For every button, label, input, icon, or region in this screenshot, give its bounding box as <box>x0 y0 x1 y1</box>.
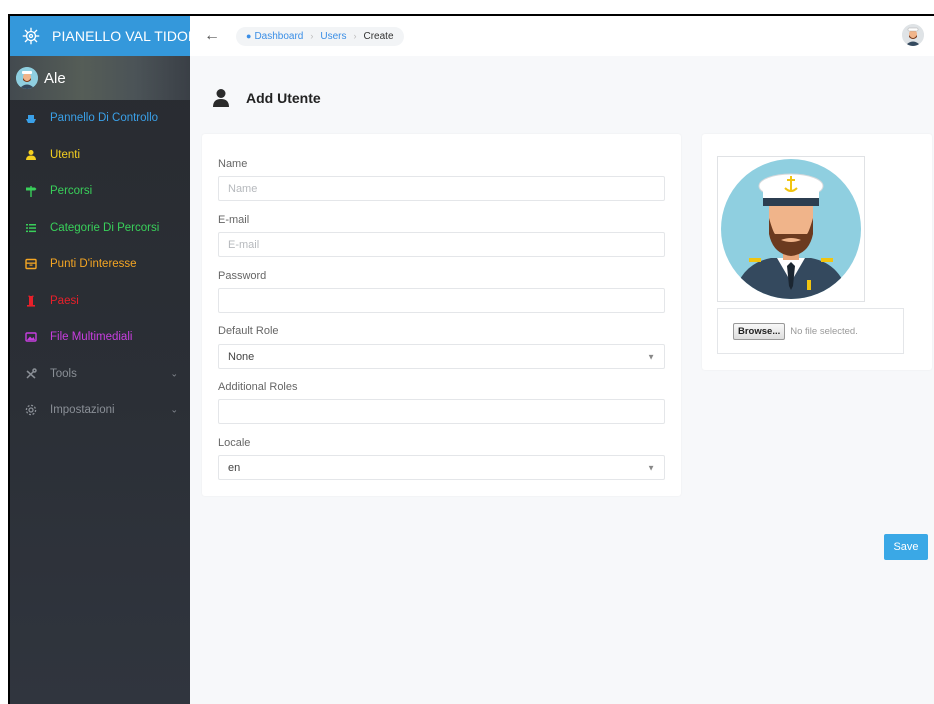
email-input[interactable]: E-mail <box>218 232 665 257</box>
file-upload: Browse... No file selected. <box>717 308 904 354</box>
page-title: Add Utente <box>246 90 321 106</box>
image-icon <box>24 330 38 344</box>
sidebar-item-label: Percorsi <box>50 185 93 198</box>
sidebar-item-label: File Multimediali <box>50 331 133 344</box>
breadcrumb-users[interactable]: Users <box>320 31 346 42</box>
sidebar-item-label: Impostazioni <box>50 404 115 417</box>
gear-icon <box>24 403 38 417</box>
chevron-down-icon: ⌄ <box>170 404 178 415</box>
tools-icon <box>24 367 38 381</box>
additional-roles-label: Additional Roles <box>218 381 298 393</box>
locale-select[interactable]: en ▼ <box>218 455 665 480</box>
avatar <box>16 67 38 89</box>
sidebar-item-label: Tools <box>50 367 77 380</box>
tower-icon <box>24 294 38 308</box>
locale-label: Locale <box>218 437 251 449</box>
user-panel[interactable]: Ale <box>10 56 190 100</box>
sidebar-item-label: Punti D'interesse <box>50 258 137 271</box>
brand-title: PIANELLO VAL TIDONE <box>52 28 208 44</box>
dashboard-icon: ● <box>246 31 252 41</box>
file-status: No file selected. <box>790 325 858 337</box>
brand-header[interactable]: PIANELLO VAL TIDONE <box>10 16 208 56</box>
top-bar: ← ● Dashboard › Users › Create <box>190 16 934 56</box>
sidebar-item-impostazioni[interactable]: Impostazioni ⌄ <box>10 392 190 429</box>
sidebar-item-utenti[interactable]: Utenti <box>10 137 190 174</box>
user-icon <box>212 88 230 108</box>
ship-wheel-icon <box>22 25 40 47</box>
avatar[interactable] <box>902 24 924 46</box>
breadcrumb-dashboard[interactable]: Dashboard <box>254 31 303 42</box>
default-role-label: Default Role <box>218 325 279 337</box>
breadcrumb-current: Create <box>363 30 394 42</box>
caret-down-icon: ▼ <box>647 463 655 472</box>
sidebar-item-percorsi[interactable]: Percorsi <box>10 173 190 210</box>
list-icon <box>24 221 38 235</box>
ship-icon <box>24 111 38 125</box>
browse-button[interactable]: Browse... <box>733 322 786 340</box>
password-label: Password <box>218 270 267 282</box>
sidebar-item-categorie[interactable]: Categorie Di Percorsi <box>10 210 190 247</box>
sidebar-item-file-multimediali[interactable]: File Multimediali <box>10 319 190 356</box>
archive-icon <box>24 257 38 271</box>
name-label: Name <box>218 158 248 170</box>
sidebar-item-label: Paesi <box>50 294 79 307</box>
save-button[interactable]: Save <box>884 534 928 560</box>
captain-avatar-icon <box>721 159 861 299</box>
avatar-preview <box>717 156 865 302</box>
signpost-icon <box>24 184 38 198</box>
chevron-down-icon: ⌄ <box>170 368 178 379</box>
avatar-upload-card: Browse... No file selected. <box>702 134 932 370</box>
additional-roles-input[interactable] <box>218 399 665 424</box>
user-form: Name Name E-mail E-mail Password Default… <box>202 134 681 496</box>
sidebar-item-tools[interactable]: Tools ⌄ <box>10 356 190 393</box>
default-role-value: None <box>228 350 255 363</box>
caret-down-icon: ▼ <box>647 352 655 361</box>
sidebar-item-label: Utenti <box>50 148 81 161</box>
name-input[interactable]: Name <box>218 176 665 201</box>
page-heading: Add Utente <box>212 88 321 108</box>
email-label: E-mail <box>218 214 250 226</box>
sidebar-item-punti[interactable]: Punti D'interesse <box>10 246 190 283</box>
breadcrumb: ● Dashboard › Users › Create <box>236 26 404 46</box>
sidebar-item-pannello[interactable]: Pannello Di Controllo <box>10 100 190 137</box>
user-icon <box>24 148 38 162</box>
app-frame: PIANELLO VAL TIDONE Ale Pannello Di Cont… <box>8 14 934 704</box>
breadcrumb-separator: › <box>353 31 357 41</box>
user-name: Ale <box>44 69 66 87</box>
sidebar-item-label: Pannello Di Controllo <box>50 112 159 125</box>
sidebar: PIANELLO VAL TIDONE Ale Pannello Di Cont… <box>10 16 208 704</box>
breadcrumb-separator: › <box>310 31 314 41</box>
sidebar-item-paesi[interactable]: Paesi <box>10 283 190 320</box>
sidebar-item-label: Categorie Di Percorsi <box>50 221 160 234</box>
locale-value: en <box>228 461 241 474</box>
sidebar-menu: Pannello Di Controllo Utenti Percorsi Ca… <box>10 100 190 429</box>
password-input[interactable] <box>218 288 665 313</box>
back-arrow-icon[interactable]: ← <box>204 27 222 45</box>
default-role-select[interactable]: None ▼ <box>218 344 665 369</box>
